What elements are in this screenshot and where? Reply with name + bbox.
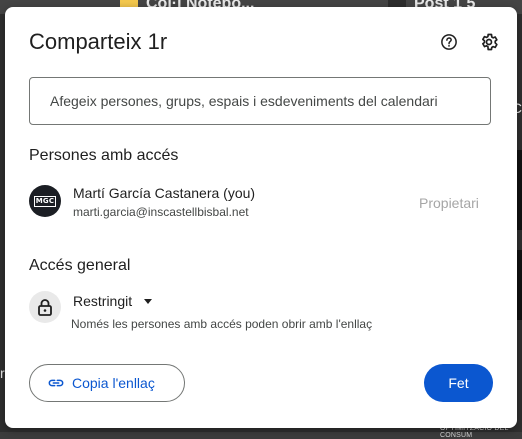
avatar-initials: MGC: [33, 195, 57, 207]
avatar: MGC: [29, 185, 61, 217]
general-access-dropdown[interactable]: Restringit: [73, 291, 153, 311]
person-role: Propietari: [419, 195, 479, 211]
share-dialog: Comparteix 1r Afegeix persones, grups, e…: [5, 7, 517, 428]
settings-button[interactable]: [479, 32, 499, 52]
people-with-access-title: Persones amb accés: [29, 147, 179, 164]
dialog-title: Comparteix 1r: [29, 29, 168, 54]
gear-icon: [482, 33, 498, 51]
copy-link-label: Copia l'enllaç: [72, 375, 155, 391]
done-button[interactable]: Fet: [424, 364, 493, 402]
chevron-down-icon: [144, 298, 153, 304]
general-access-title: Accés general: [29, 257, 131, 274]
general-access-description: Només les persones amb accés poden obrir…: [71, 317, 373, 331]
copy-link-button[interactable]: Copia l'enllaç: [29, 364, 185, 402]
person-email: marti.garcia@inscastellbisbal.net: [73, 205, 249, 219]
help-icon: [441, 34, 457, 50]
link-icon: [48, 379, 64, 387]
add-people-placeholder: Afegeix persones, grups, espais i esdeve…: [50, 93, 438, 109]
lock-icon: [38, 299, 52, 316]
general-access-selected: Restringit: [73, 293, 133, 309]
add-people-input[interactable]: Afegeix persones, grups, espais i esdeve…: [29, 77, 491, 125]
help-button[interactable]: [439, 32, 459, 52]
lock-badge: [29, 291, 61, 323]
person-name: Martí García Castanera (you): [73, 185, 256, 201]
